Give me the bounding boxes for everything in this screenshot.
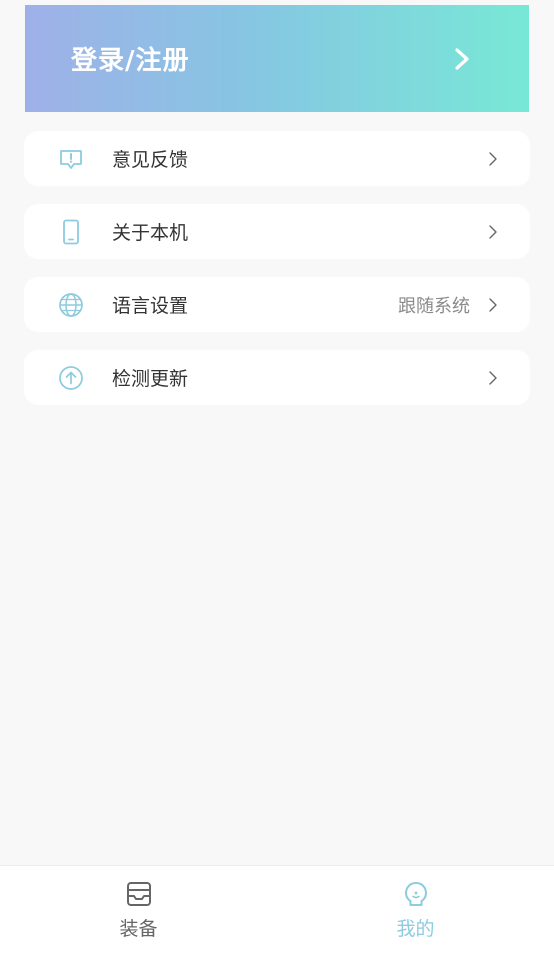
chevron-right-icon [489, 151, 497, 166]
menu-item-label: 检测更新 [112, 368, 189, 390]
login-register-banner[interactable]: 登录/注册 [25, 5, 529, 112]
tab-label: 装备 [119, 918, 158, 940]
chevron-right-icon [489, 370, 497, 385]
chevron-right-icon [489, 224, 497, 239]
menu-item-about-device[interactable]: 关于本机 [24, 204, 530, 259]
language-current-value: 跟随系统 [398, 295, 470, 317]
profile-icon [404, 882, 427, 906]
tab-label: 我的 [396, 918, 435, 940]
menu-item-check-update[interactable]: 检测更新 [24, 350, 530, 405]
inbox-icon [126, 882, 151, 906]
feedback-icon [58, 146, 84, 172]
menu-item-label: 语言设置 [112, 295, 189, 317]
phone-icon [58, 219, 84, 245]
tab-mine[interactable]: 我的 [277, 866, 554, 953]
chevron-right-icon [455, 47, 469, 70]
globe-icon [58, 292, 84, 318]
menu-item-language-settings[interactable]: 语言设置 跟随系统 [24, 277, 530, 332]
bottom-tab-bar: 装备 我的 [0, 865, 554, 953]
menu-item-label: 关于本机 [112, 222, 189, 244]
tab-equipment[interactable]: 装备 [0, 866, 277, 953]
login-register-title: 登录/注册 [71, 46, 190, 76]
upload-icon [58, 365, 84, 391]
menu-item-feedback[interactable]: 意见反馈 [24, 131, 530, 186]
chevron-right-icon [489, 297, 497, 312]
menu-item-label: 意见反馈 [112, 149, 189, 171]
